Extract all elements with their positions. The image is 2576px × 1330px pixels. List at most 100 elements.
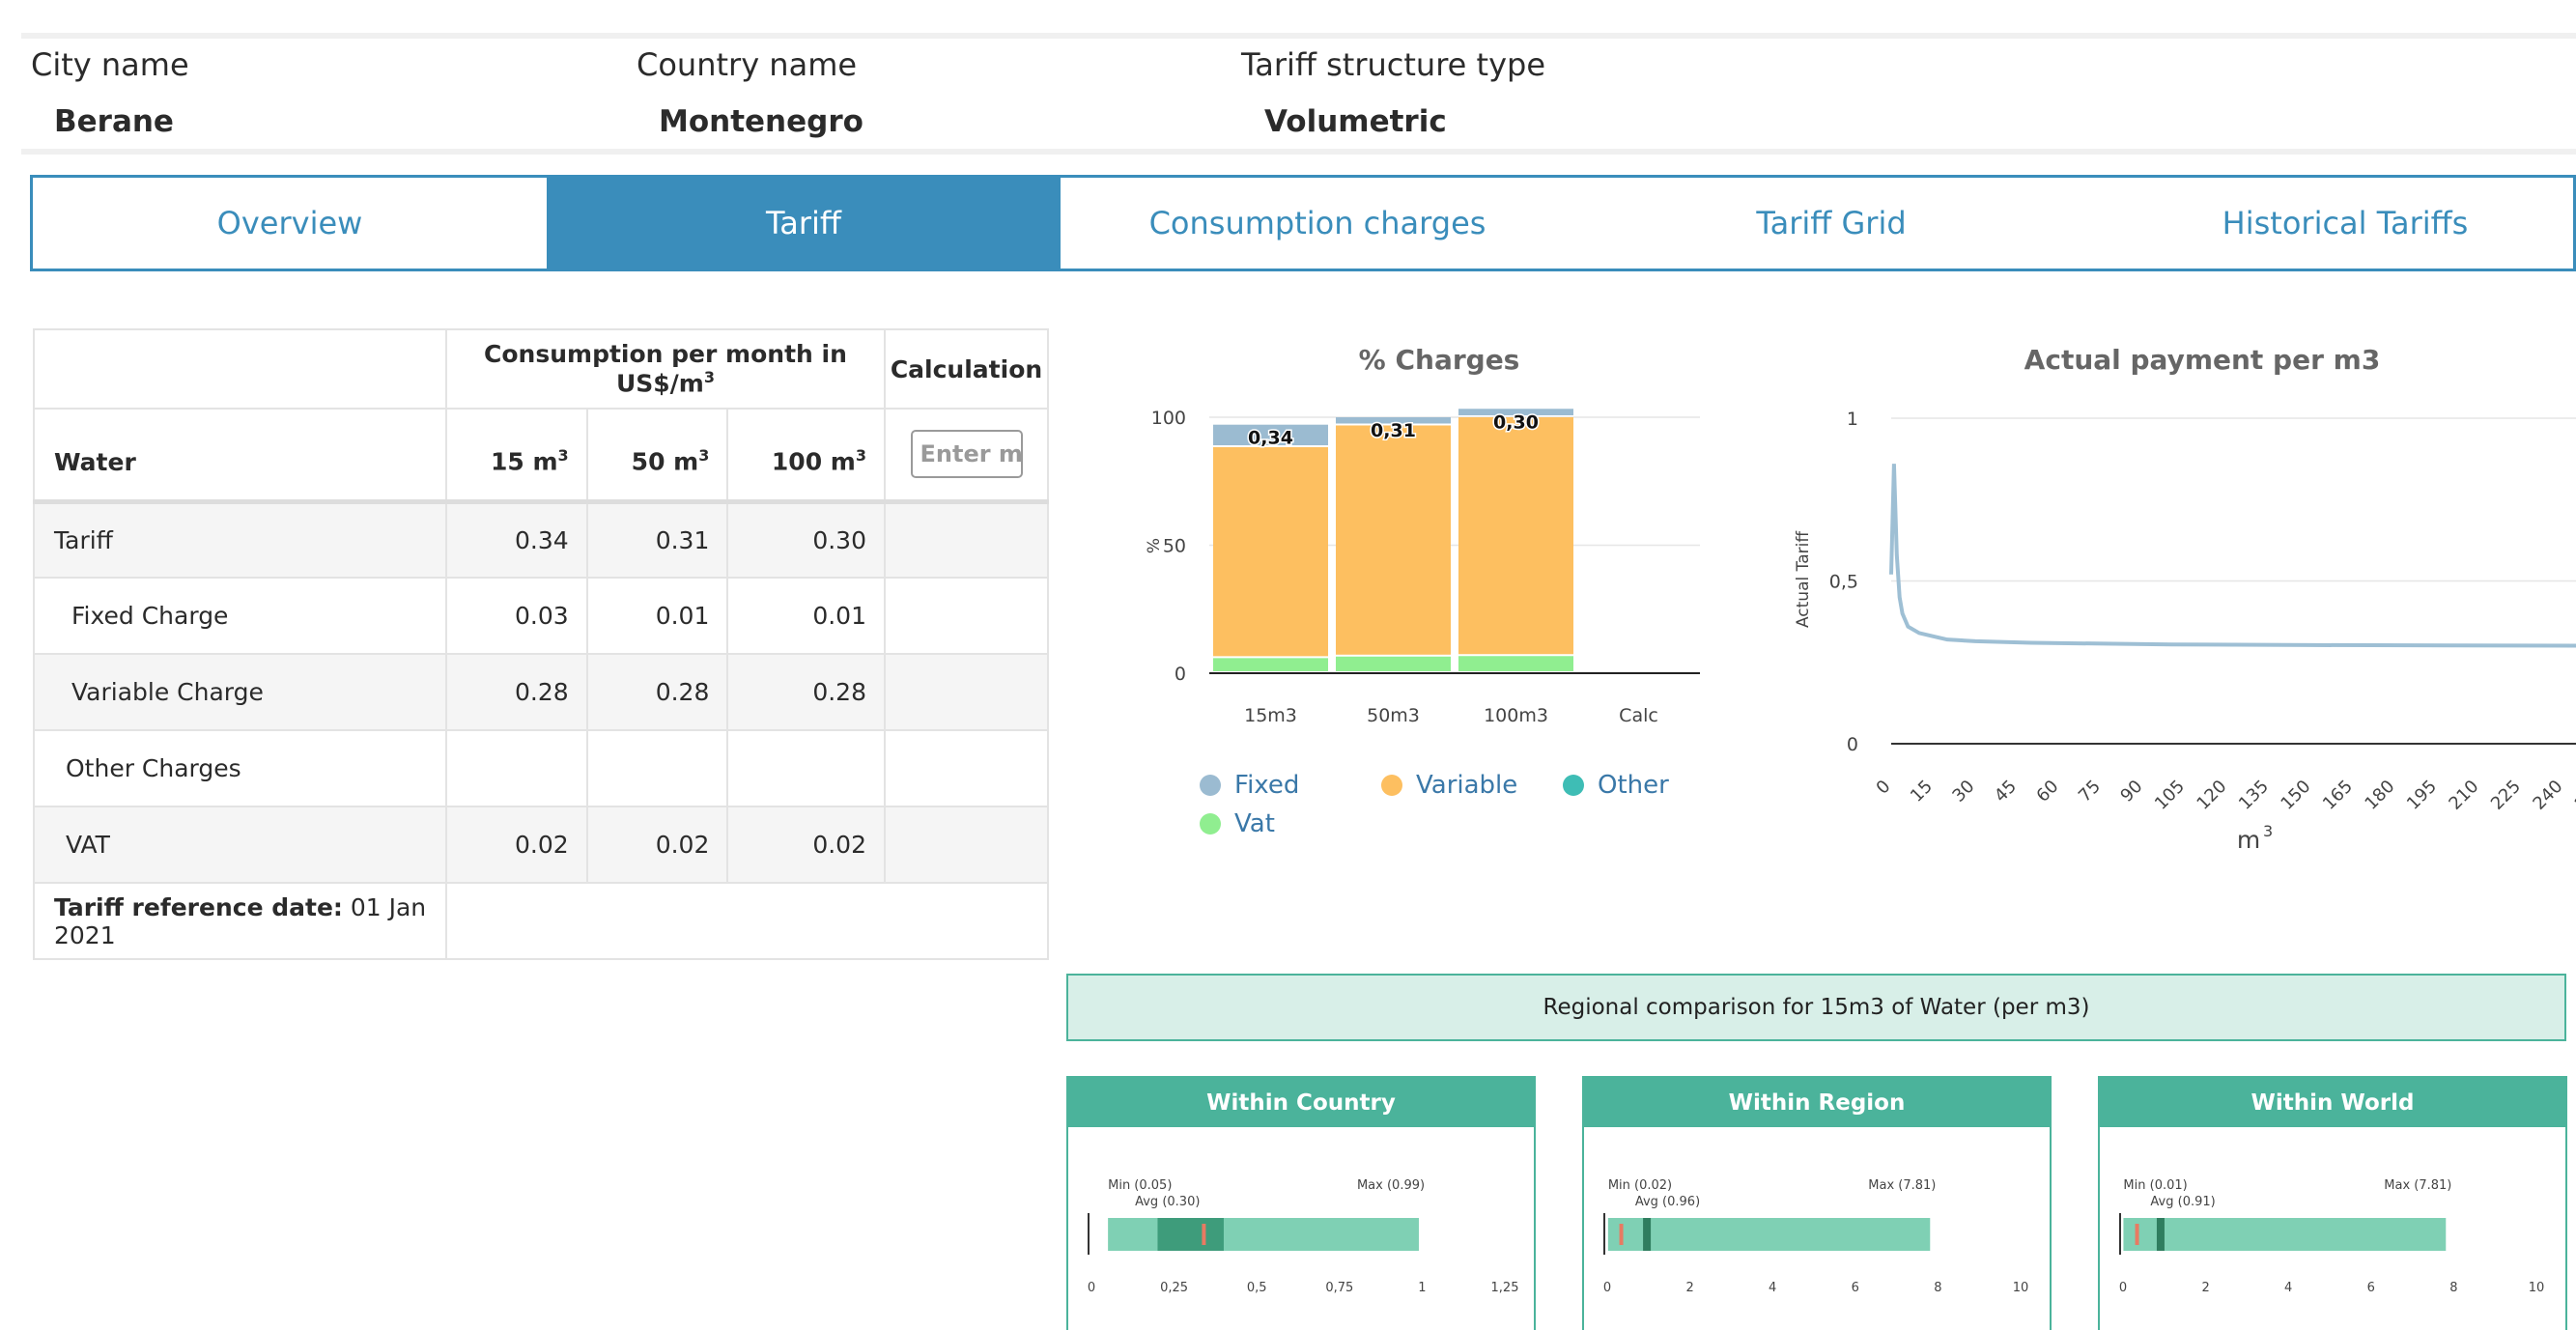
city-value: Berane <box>54 104 174 139</box>
range-tick-label: 0 <box>1088 1281 1095 1295</box>
x-tick-label: 210 <box>2445 777 2482 814</box>
range-max-label: Max (7.81) <box>1868 1178 1936 1193</box>
range-avg-label: Avg (0.30) <box>1135 1195 1200 1209</box>
range-tick-label: 8 <box>1934 1281 1941 1295</box>
location-header: City name Berane Country name Montenegro… <box>21 33 2576 155</box>
column-header-text: 15 m <box>490 447 558 476</box>
cell-value: 0.01 <box>726 577 886 655</box>
within-world-panel: Within World Min (0.01) Max (7.81) Avg (0.… <box>2098 1076 2567 1330</box>
table-corner <box>33 328 447 410</box>
range-tick-label: 1,25 <box>1491 1281 1519 1295</box>
legend-fixed-label: Fixed <box>1234 771 1300 800</box>
y-axis-label: % <box>1145 538 1164 553</box>
x-tick-label: 90 <box>2116 777 2146 806</box>
cell-value <box>444 729 588 807</box>
superscript: 3 <box>703 368 715 387</box>
legend-fixed[interactable]: Fixed <box>1200 771 1299 800</box>
column-header-100m3: 100 m3 <box>726 408 886 504</box>
tariff-type-label: Tariff structure type <box>1241 46 1545 83</box>
within-world-range-chart: Min (0.01) Max (7.81) Avg (0.91) 0 2 4 6 8 10 <box>2119 1178 2544 1295</box>
range-tick-label: 0,75 <box>1325 1281 1353 1295</box>
row-label: Tariff <box>33 500 447 579</box>
table-row: Other Charges <box>33 729 1049 807</box>
y-tick-label: 0,5 <box>1829 572 1858 593</box>
x-tick-label: 30 <box>1948 777 1978 806</box>
bar-segment-vat <box>1458 656 1573 671</box>
superscript: 3 <box>557 446 569 466</box>
country-label: Country name <box>637 46 858 83</box>
range-min-label: Min (0.05) <box>1108 1178 1172 1193</box>
calculation-input[interactable] <box>910 430 1023 479</box>
column-header-50m3: 50 m3 <box>585 408 729 504</box>
range-min-label: Min (0.02) <box>1608 1178 1672 1193</box>
x-tick-label: 150 <box>2277 777 2314 814</box>
payment-chart: 0 0,5 1 Actual Tariff 0 15 30 45 60 75 90 105 120 135… <box>1794 409 2576 854</box>
cell-value: 0.30 <box>726 500 886 579</box>
x-tick-label: 165 <box>2319 777 2357 814</box>
legend-other[interactable]: Other <box>1563 771 1669 800</box>
city-value-marker <box>2135 1224 2139 1245</box>
x-tick-label: 225 <box>2487 777 2525 814</box>
water-header: Water <box>33 408 447 504</box>
column-header-15m3: 15 m3 <box>444 408 588 504</box>
bar-segment-variable <box>1336 425 1451 655</box>
legend-vat-label: Vat <box>1234 809 1275 838</box>
bar-segment-vat <box>1213 658 1328 671</box>
reference-date-row: Tariff reference date: 01 Jan 2021 <box>33 882 1050 960</box>
x-tick-label: 255 <box>2571 777 2576 814</box>
range-avg-label: Avg (0.96) <box>1635 1195 1700 1209</box>
bar-segment-variable <box>1458 417 1573 655</box>
x-tick-label: 180 <box>2361 777 2398 814</box>
reference-date-filler <box>444 882 1050 960</box>
legend-vat[interactable]: Vat <box>1200 809 1275 838</box>
tab-overview[interactable]: Overview <box>33 178 547 269</box>
calculation-input-cell <box>884 408 1049 504</box>
row-label: Variable Charge <box>33 653 447 731</box>
legend-other-swatch <box>1563 775 1584 796</box>
y-axis-label: Actual Tariff <box>1794 530 1813 628</box>
range-tick-label: 8 <box>2449 1281 2457 1295</box>
payment-line <box>1889 464 2576 648</box>
calc-cell <box>884 806 1049 884</box>
within-region-title: Within Region <box>1584 1078 2050 1127</box>
bar-data-label: 0,34 <box>1248 428 1293 449</box>
range-tick-label: 1 <box>1418 1281 1426 1295</box>
x-tick-label: 105 <box>2151 777 2189 814</box>
tab-historical-tariffs[interactable]: Historical Tariffs <box>2088 178 2576 269</box>
range-tick-label: 10 <box>2013 1281 2029 1295</box>
tab-tariff[interactable]: Tariff <box>547 178 1061 269</box>
within-country-title: Within Country <box>1068 1078 1534 1127</box>
range-tick-label: 6 <box>2367 1281 2375 1295</box>
range-tick-label: 2 <box>2201 1281 2209 1295</box>
y-tick-label: 1 <box>1847 409 1858 430</box>
calc-cell <box>884 729 1049 807</box>
cell-value: 0.28 <box>444 653 588 731</box>
range-bar <box>1607 1218 1931 1251</box>
range-min-label: Min (0.01) <box>2123 1178 2187 1193</box>
x-tick-label: 45 <box>1991 777 2021 806</box>
y-tick-label: 100 <box>1151 408 1186 429</box>
consumption-group-header: Consumption per month in US$/m3 <box>444 328 887 410</box>
tab-consumption-charges[interactable]: Consumption charges <box>1061 178 1574 269</box>
x-tick-label: Calc <box>1619 705 1658 726</box>
within-region-panel: Within Region Min (0.02) Max (7.81) Avg (0… <box>1582 1076 2052 1330</box>
city-label: City name <box>31 46 189 83</box>
tariff-type-value: Volumetric <box>1264 104 1447 139</box>
tab-tariff-grid[interactable]: Tariff Grid <box>1574 178 2088 269</box>
cell-value: 0.28 <box>726 653 886 731</box>
x-tick-label: 120 <box>2193 777 2230 814</box>
range-tick-label: 6 <box>1852 1281 1859 1295</box>
row-label: Other Charges <box>33 729 447 807</box>
country-value: Montenegro <box>659 104 863 139</box>
bar-segment-vat <box>1336 656 1451 671</box>
average-marker <box>1643 1218 1652 1251</box>
calc-cell <box>884 653 1049 731</box>
x-tick-label: 15 <box>1907 777 1937 806</box>
cell-value: 0.31 <box>585 500 729 579</box>
range-tick-label: 0 <box>2119 1281 2127 1295</box>
x-axis-label-sup: 3 <box>2263 822 2273 840</box>
column-header-text: 100 m <box>771 447 856 476</box>
legend-variable[interactable]: Variable <box>1381 771 1517 800</box>
table-row: Variable Charge 0.28 0.28 0.28 <box>33 653 1049 731</box>
bar-data-label: 0,30 <box>1493 411 1539 433</box>
